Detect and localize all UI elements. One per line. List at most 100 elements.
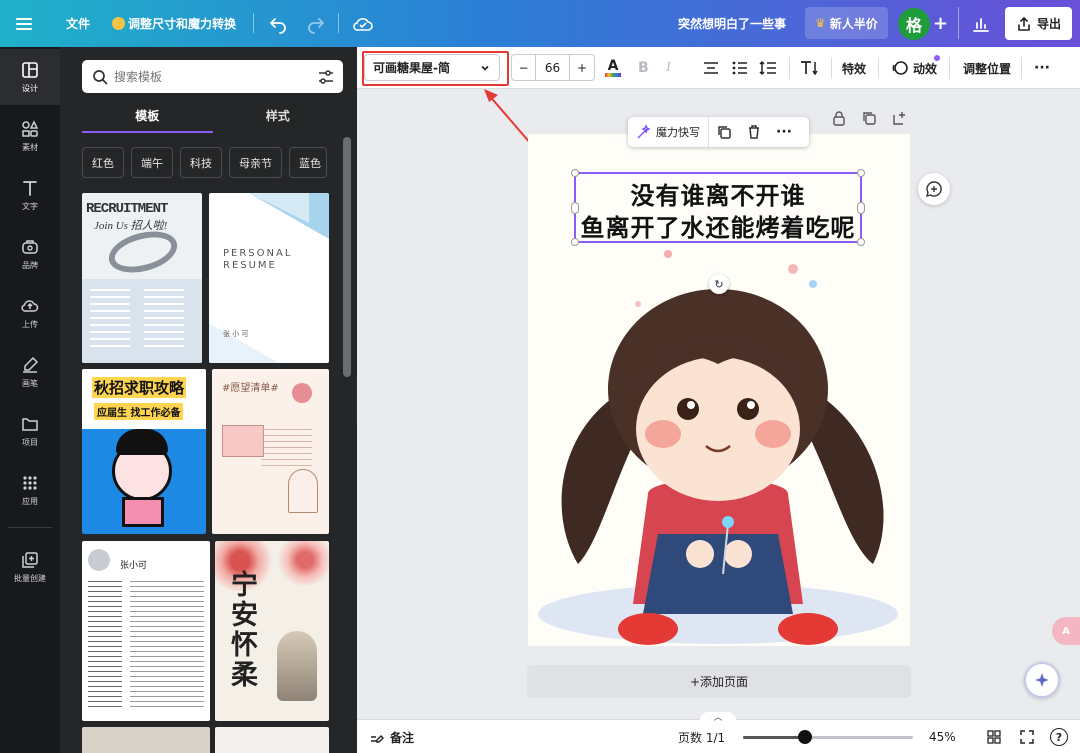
chip-mothers-day[interactable]: 母亲节 xyxy=(229,147,282,178)
promo-button[interactable]: ♛ 新人半价 xyxy=(805,7,888,39)
selected-text-box[interactable]: 没有谁离不开谁 鱼离开了水还能烤着吃呢 xyxy=(571,169,865,246)
comment-add-icon[interactable] xyxy=(918,173,950,205)
resize-handle[interactable] xyxy=(571,238,579,246)
resize-handle[interactable] xyxy=(857,169,865,177)
file-menu[interactable]: 文件 xyxy=(66,0,90,47)
template-card-wishlist[interactable]: #愿望清单# xyxy=(212,369,329,534)
divider xyxy=(8,527,52,528)
resize-handle[interactable] xyxy=(571,202,579,214)
zoom-slider-thumb[interactable] xyxy=(798,730,812,744)
redo-icon[interactable] xyxy=(306,0,326,47)
chip-red[interactable]: 红色 xyxy=(82,147,124,178)
chip-blue[interactable]: 蓝色 xyxy=(289,147,327,178)
effects-button[interactable]: 特效 xyxy=(842,47,866,89)
rotate-icon[interactable]: ↻ xyxy=(709,274,729,294)
text-color-button[interactable]: A xyxy=(605,47,621,89)
search-box[interactable] xyxy=(82,60,343,93)
resize-button[interactable]: 调整尺寸和魔力转换 xyxy=(112,0,236,47)
font-size-increase[interactable]: + xyxy=(570,55,594,80)
zoom-slider[interactable] xyxy=(743,730,913,744)
notes-button[interactable]: 备注 xyxy=(369,720,414,753)
divider xyxy=(831,57,832,79)
magic-sparkle-icon[interactable] xyxy=(1024,662,1060,698)
template-card-partial[interactable] xyxy=(82,727,210,753)
vertical-text-icon[interactable] xyxy=(799,47,819,89)
resize-handle[interactable] xyxy=(571,169,579,177)
magic-write-button[interactable]: 魔力快写 xyxy=(628,117,709,147)
copy-icon[interactable] xyxy=(709,124,739,140)
add-collaborator-icon[interactable]: + xyxy=(933,0,948,47)
template-title: PERSONAL xyxy=(223,248,293,259)
divider xyxy=(253,13,254,33)
rail-item-brand[interactable]: 品牌 xyxy=(0,226,60,282)
bottom-bar: ︿ 备注 页数 1/1 45% ? xyxy=(357,712,1080,753)
rail-item-draw[interactable]: 画笔 xyxy=(0,344,60,400)
document-title[interactable]: 突然想明白了一些事 xyxy=(678,0,786,47)
color-bar xyxy=(605,73,621,77)
shapes-icon xyxy=(22,119,39,137)
rail-label: 项目 xyxy=(22,437,38,447)
animate-button[interactable]: 动效 xyxy=(891,47,940,89)
template-card-resume[interactable]: PERSONAL RESUME 张 小 可 xyxy=(209,193,329,363)
bold-button[interactable]: B xyxy=(638,47,649,89)
template-card-autumn-jobs[interactable]: 秋招求职攻略 应届生 找工作必备 xyxy=(82,369,206,534)
page-count[interactable]: 页数 1/1 xyxy=(678,720,725,753)
apps-icon xyxy=(23,475,37,490)
template-text-lines xyxy=(130,581,204,711)
rail-item-elements[interactable]: 素材 xyxy=(0,108,60,164)
translate-icon[interactable]: A xyxy=(1052,617,1080,645)
left-rail: 设计 素材 文字 品牌 上传 画笔 项目 应用 批量创建 xyxy=(0,47,60,753)
menu-icon[interactable] xyxy=(14,0,34,47)
add-page-icon[interactable] xyxy=(891,110,907,129)
tab-templates[interactable]: 模板 xyxy=(82,107,213,133)
template-name: 张 小 可 xyxy=(223,330,249,338)
export-button[interactable]: 导出 xyxy=(1005,7,1072,40)
italic-button[interactable]: I xyxy=(666,47,671,89)
template-card-partial[interactable] xyxy=(215,727,329,753)
rail-item-design[interactable]: 设计 xyxy=(0,49,60,105)
rail-item-text[interactable]: 文字 xyxy=(0,167,60,223)
pen-icon xyxy=(23,356,39,373)
layout-icon xyxy=(22,61,38,78)
panel-tabs: 模板 样式 xyxy=(82,107,343,133)
align-center-icon[interactable] xyxy=(702,47,720,89)
filter-icon[interactable] xyxy=(317,69,335,85)
undo-icon[interactable] xyxy=(268,0,288,47)
font-size-input[interactable]: 66 xyxy=(536,55,570,80)
tab-styles[interactable]: 样式 xyxy=(213,107,344,133)
chip-tech[interactable]: 科技 xyxy=(180,147,222,178)
panel-scrollbar[interactable] xyxy=(343,137,351,377)
divider xyxy=(878,57,879,79)
position-button[interactable]: 调整位置 xyxy=(963,47,1011,89)
add-page-button[interactable]: +添加页面 xyxy=(527,665,911,698)
avatar[interactable]: 格 xyxy=(898,8,930,40)
delete-icon[interactable] xyxy=(739,124,769,140)
resize-handle[interactable] xyxy=(857,202,865,214)
template-card-cv[interactable]: 张小可 xyxy=(82,541,210,721)
rail-item-apps[interactable]: 应用 xyxy=(0,462,60,518)
more-icon[interactable]: ··· xyxy=(769,124,799,140)
rail-item-bulk-create[interactable]: 批量创建 xyxy=(0,539,60,595)
template-title: 宁安怀柔 xyxy=(231,570,258,691)
template-card-recruitment[interactable]: RECRUITMENT Join Us 招人啦! xyxy=(82,193,202,363)
lock-icon[interactable] xyxy=(832,110,846,129)
more-options-button[interactable]: ··· xyxy=(1034,47,1050,89)
zoom-level[interactable]: 45% xyxy=(929,720,956,753)
list-icon[interactable] xyxy=(731,47,749,89)
font-size-decrease[interactable]: − xyxy=(512,55,536,80)
duplicate-page-icon[interactable] xyxy=(861,110,877,129)
fullscreen-icon[interactable] xyxy=(1019,720,1035,753)
search-input[interactable] xyxy=(114,69,317,84)
upload-icon xyxy=(21,299,39,312)
resize-handle[interactable] xyxy=(857,238,865,246)
grid-view-icon[interactable] xyxy=(986,720,1002,753)
cloud-sync-icon[interactable] xyxy=(352,0,374,47)
chip-dragon-boat[interactable]: 端午 xyxy=(131,147,173,178)
help-icon[interactable]: ? xyxy=(1050,720,1068,753)
rail-item-projects[interactable]: 项目 xyxy=(0,403,60,459)
template-card-ink-painting[interactable]: 宁安怀柔 xyxy=(215,541,329,721)
rail-item-upload[interactable]: 上传 xyxy=(0,285,60,341)
line-spacing-icon[interactable] xyxy=(759,47,777,89)
text-icon xyxy=(23,180,37,196)
insights-icon[interactable] xyxy=(972,0,990,47)
